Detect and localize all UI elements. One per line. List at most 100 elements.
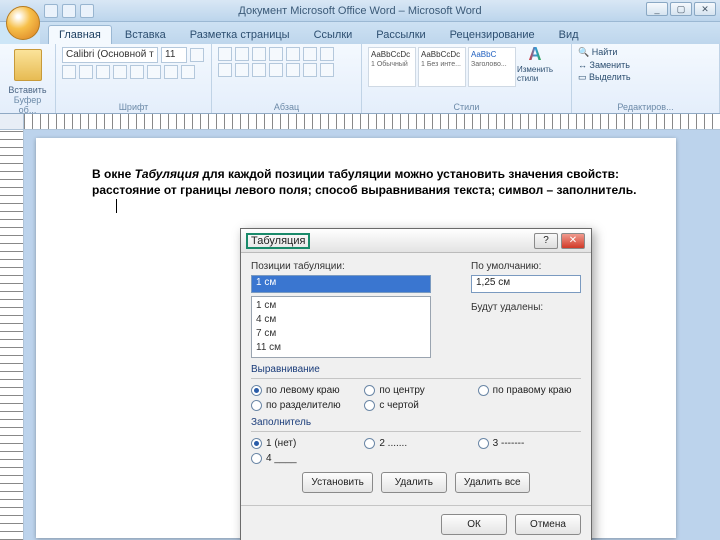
style-name-3: Заголово...	[471, 61, 507, 68]
minimize-button[interactable]: _	[646, 2, 668, 16]
maximize-button[interactable]: ▢	[670, 2, 692, 16]
qat-save-icon[interactable]	[44, 4, 58, 18]
line-spacing-icon[interactable]	[286, 63, 300, 77]
horizontal-ruler[interactable]	[0, 114, 720, 130]
italic-icon[interactable]	[79, 65, 93, 79]
group-paragraph-label: Абзац	[218, 102, 355, 112]
tab-review[interactable]: Рецензирование	[439, 25, 546, 44]
grow-font-icon[interactable]	[190, 48, 204, 62]
dialog-titlebar[interactable]: Табуляция ? ✕	[241, 229, 591, 253]
align-center-icon[interactable]	[235, 63, 249, 77]
strike-icon[interactable]	[113, 65, 127, 79]
vertical-ruler[interactable]	[0, 130, 24, 540]
group-paragraph: Абзац	[212, 44, 362, 113]
subscript-icon[interactable]	[130, 65, 144, 79]
list-item[interactable]: 4 см	[256, 313, 426, 327]
style-preview-1: AaBbCcDc	[371, 50, 410, 59]
align-bar-label: с чертой	[379, 400, 419, 411]
indent-dec-icon[interactable]	[269, 47, 283, 61]
align-bar-radio[interactable]: с чертой	[364, 400, 467, 411]
underline-icon[interactable]	[96, 65, 110, 79]
align-center-radio[interactable]: по центру	[364, 385, 467, 396]
change-styles-button[interactable]: A Изменить стили	[520, 47, 550, 79]
qat-redo-icon[interactable]	[80, 4, 94, 18]
group-font-label: Шрифт	[62, 102, 205, 112]
bullets-icon[interactable]	[218, 47, 232, 61]
font-color-icon[interactable]	[181, 65, 195, 79]
tab-view[interactable]: Вид	[548, 25, 590, 44]
leader-dots-radio[interactable]: 2 .......	[364, 438, 467, 449]
change-styles-icon: A	[529, 44, 542, 65]
style-preview-2: AaBbCcDc	[421, 50, 460, 59]
office-button[interactable]	[6, 6, 40, 40]
dialog-mid-actions: Установить Удалить Удалить все	[251, 472, 581, 493]
align-right-radio[interactable]: по правому краю	[478, 385, 581, 396]
list-item[interactable]: 1 см	[256, 299, 426, 313]
leader-none-radio[interactable]: 1 (нет)	[251, 438, 354, 449]
replace-label: Заменить	[590, 60, 630, 70]
replace-button[interactable]: ↔ Заменить	[578, 60, 713, 70]
alignment-group-label: Выравнивание	[251, 364, 581, 375]
select-label: Выделить	[589, 72, 631, 82]
set-button[interactable]: Установить	[302, 472, 373, 493]
tab-insert[interactable]: Вставка	[114, 25, 177, 44]
leader-dashes-radio[interactable]: 3 -------	[478, 438, 581, 449]
tab-position-list[interactable]: 1 см 4 см 7 см 11 см	[251, 296, 431, 358]
align-justify-icon[interactable]	[269, 63, 283, 77]
text-cursor	[116, 199, 117, 213]
font-name-combo[interactable]: Calibri (Основной т	[62, 47, 158, 63]
app-window: Документ Microsoft Office Word – Microso…	[0, 0, 720, 540]
shading-icon[interactable]	[303, 63, 317, 77]
find-button[interactable]: 🔍 Найти	[578, 47, 713, 58]
sort-icon[interactable]	[303, 47, 317, 61]
quick-access-toolbar	[44, 4, 94, 18]
tab-page-layout[interactable]: Разметка страницы	[179, 25, 301, 44]
style-name-1: 1 Обычный	[371, 61, 408, 68]
ok-button[interactable]: ОК	[441, 514, 507, 535]
align-left-icon[interactable]	[218, 63, 232, 77]
indent-inc-icon[interactable]	[286, 47, 300, 61]
ruler-scale	[24, 114, 720, 129]
default-tab-label: По умолчанию:	[471, 261, 581, 272]
clear-all-button[interactable]: Удалить все	[455, 472, 530, 493]
change-styles-label: Изменить стили	[517, 65, 553, 83]
cancel-button[interactable]: Отмена	[515, 514, 581, 535]
show-marks-icon[interactable]	[320, 47, 334, 61]
dialog-title: Табуляция	[247, 234, 309, 248]
radio-icon	[478, 438, 489, 449]
style-name-2: 1 Без инте...	[421, 61, 461, 68]
group-styles: AaBbCcDc1 Обычный AaBbCcDc1 Без инте... …	[362, 44, 572, 113]
bold-icon[interactable]	[62, 65, 76, 79]
tab-references[interactable]: Ссылки	[303, 25, 364, 44]
alignment-radios: по левому краю по центру по правому краю…	[251, 385, 581, 411]
leader-group-label: Заполнитель	[251, 417, 581, 428]
list-item[interactable]: 7 см	[256, 327, 426, 341]
align-decimal-label: по разделителю	[266, 400, 341, 411]
clear-button[interactable]: Удалить	[381, 472, 447, 493]
leader-under-radio[interactable]: 4 ____	[251, 453, 354, 464]
close-window-button[interactable]: ✕	[694, 2, 716, 16]
find-label: Найти	[592, 47, 618, 57]
multilevel-icon[interactable]	[252, 47, 266, 61]
dialog-close-button[interactable]: ✕	[561, 233, 585, 249]
highlight-icon[interactable]	[164, 65, 178, 79]
font-size-combo[interactable]: 11	[161, 47, 187, 63]
default-tab-input[interactable]: 1,25 см	[471, 275, 581, 293]
select-button[interactable]: ▭ Выделить	[578, 72, 713, 83]
align-decimal-radio[interactable]: по разделителю	[251, 400, 354, 411]
list-item[interactable]: 11 см	[256, 341, 426, 355]
qat-undo-icon[interactable]	[62, 4, 76, 18]
leader-under-label: 4 ____	[266, 453, 297, 464]
borders-icon[interactable]	[320, 63, 334, 77]
style-gallery[interactable]: AaBbCcDc1 Обычный AaBbCcDc1 Без инте... …	[368, 47, 516, 87]
tab-position-input[interactable]: 1 см	[251, 275, 431, 293]
numbering-icon[interactable]	[235, 47, 249, 61]
align-left-radio[interactable]: по левому краю	[251, 385, 354, 396]
tab-home[interactable]: Главная	[48, 25, 112, 44]
paste-icon[interactable]	[14, 49, 42, 81]
group-styles-label: Стили	[368, 102, 565, 112]
dialog-help-button[interactable]: ?	[534, 233, 558, 249]
tab-mailings[interactable]: Рассылки	[365, 25, 436, 44]
superscript-icon[interactable]	[147, 65, 161, 79]
align-right-icon[interactable]	[252, 63, 266, 77]
